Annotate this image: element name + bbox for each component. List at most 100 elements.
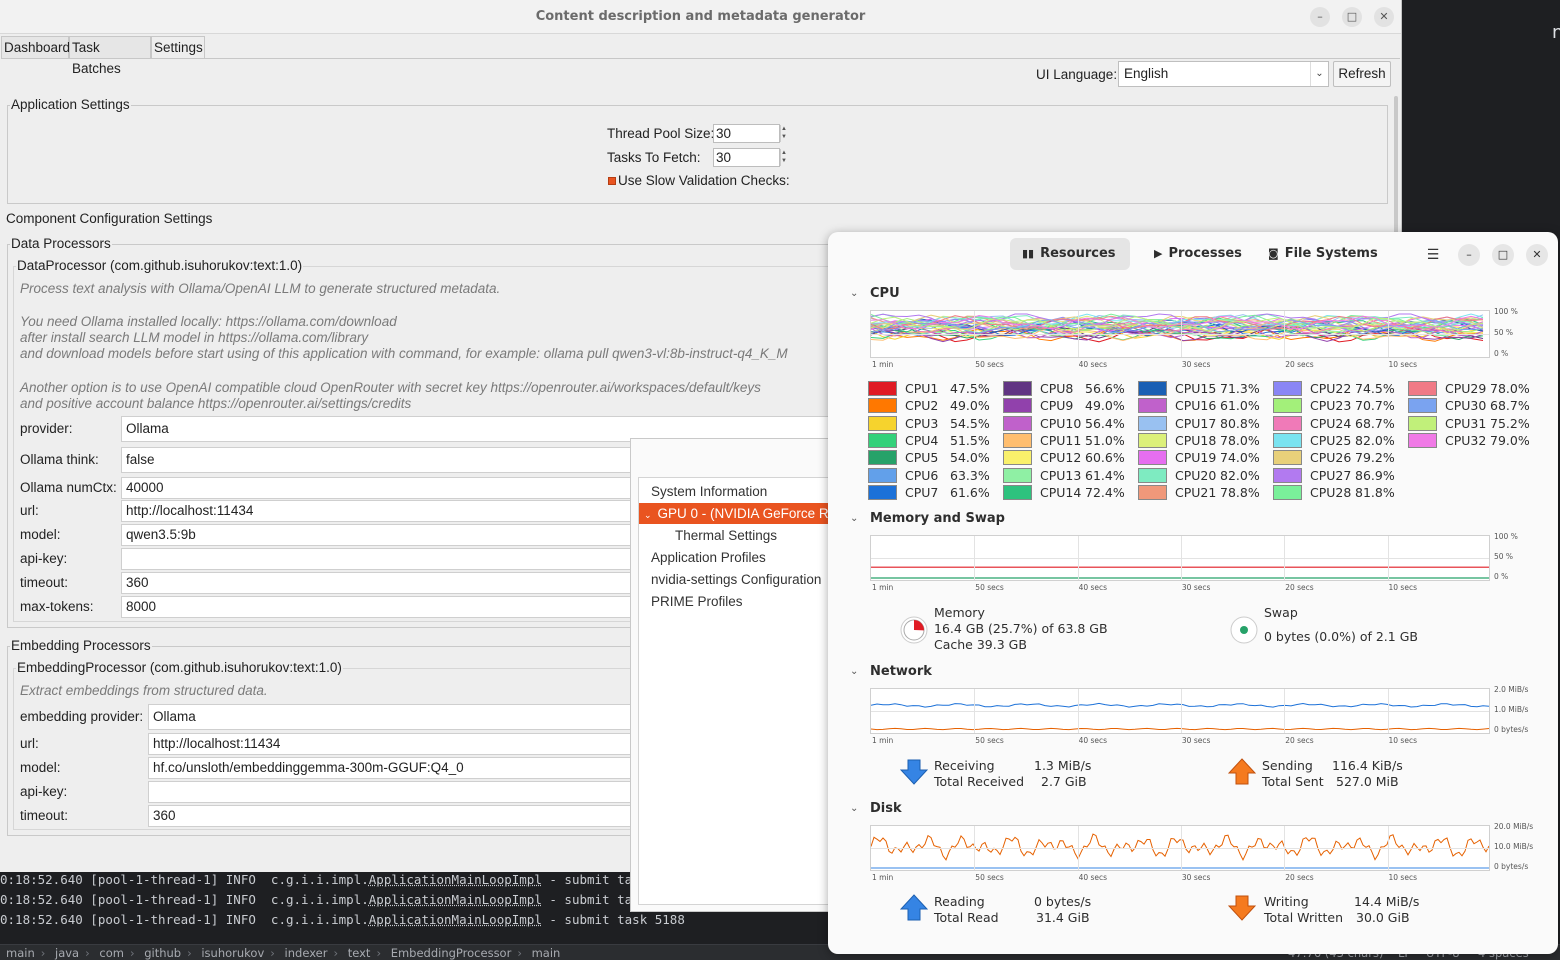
cpu-color-swatch[interactable] <box>1273 381 1302 396</box>
chevron-down-icon[interactable]: ⌄ <box>644 510 652 520</box>
breadcrumb-item[interactable]: EmbeddingProcessor <box>391 946 512 960</box>
cpu-color-swatch[interactable] <box>1273 450 1302 466</box>
cpu-legend-item[interactable]: CPU1 47.5% <box>868 380 1000 397</box>
thread-pool-spinner[interactable]: 30 ▲ ▼ <box>713 124 787 143</box>
cpu-color-swatch[interactable] <box>1138 381 1167 396</box>
cpu-legend-item[interactable]: CPU10 56.4% <box>1003 415 1135 432</box>
cpu-legend-item[interactable]: CPU16 61.0% <box>1138 397 1270 414</box>
cpu-section-title[interactable]: ⌄ CPU <box>850 286 900 301</box>
nv-item-system-information[interactable]: System Information <box>651 481 767 502</box>
cpu-legend-item[interactable]: CPU31 75.2% <box>1408 415 1540 432</box>
breadcrumb-item[interactable]: main <box>6 946 35 960</box>
cpu-legend-item[interactable]: CPU8 56.6% <box>1003 380 1135 397</box>
cpu-legend-item[interactable]: CPU32 79.0% <box>1408 432 1540 449</box>
ui-language-select[interactable]: English ⌄ <box>1118 61 1329 87</box>
cpu-color-swatch[interactable] <box>1408 398 1437 414</box>
cpu-legend-item[interactable]: CPU5 54.0% <box>868 449 1000 466</box>
cpu-color-swatch[interactable] <box>1408 432 1437 448</box>
nv-item-prime-profiles[interactable]: PRIME Profiles <box>651 591 743 612</box>
tab-processes[interactable]: ▶ Processes <box>1142 238 1254 270</box>
cpu-legend-item[interactable]: CPU3 54.5% <box>868 415 1000 432</box>
cpu-legend-item[interactable]: CPU17 80.8% <box>1138 415 1270 432</box>
chevron-down-icon[interactable]: ⌄ <box>850 513 858 524</box>
cpu-color-swatch[interactable] <box>1003 415 1032 431</box>
spinner-arrows-icon[interactable]: ▲ ▼ <box>780 149 787 166</box>
breadcrumb-item[interactable]: isuhorukov <box>201 946 264 960</box>
nv-item-thermal-settings[interactable]: Thermal Settings <box>675 525 777 546</box>
maximize-button[interactable]: □ <box>1492 244 1514 266</box>
breadcrumb-item[interactable]: com <box>99 946 124 960</box>
cpu-color-swatch[interactable] <box>1273 484 1302 500</box>
cpu-legend-item[interactable]: CPU18 78.0% <box>1138 432 1270 449</box>
cpu-color-swatch[interactable] <box>1138 432 1167 448</box>
cpu-legend-item[interactable]: CPU23 70.7% <box>1273 397 1405 414</box>
close-button[interactable]: ✕ <box>1374 7 1394 27</box>
nv-item-application-profiles[interactable]: Application Profiles <box>651 547 766 568</box>
cpu-color-swatch[interactable] <box>1003 467 1032 483</box>
refresh-button[interactable]: Refresh <box>1333 61 1391 87</box>
cpu-color-swatch[interactable] <box>1273 432 1302 448</box>
tab-task-batches[interactable]: Task Batches <box>69 36 151 76</box>
chevron-down-icon[interactable]: ⌄ <box>850 803 858 814</box>
cpu-color-swatch[interactable] <box>1003 381 1032 396</box>
spinner-arrows-icon[interactable]: ▲ ▼ <box>780 125 787 142</box>
cpu-color-swatch[interactable] <box>868 415 897 431</box>
close-button[interactable]: ✕ <box>1526 244 1548 266</box>
cpu-legend-item[interactable]: CPU13 61.4% <box>1003 467 1135 484</box>
cpu-legend-item[interactable]: CPU11 51.0% <box>1003 432 1135 449</box>
cpu-color-swatch[interactable] <box>1273 398 1302 414</box>
cpu-color-swatch[interactable] <box>868 381 897 396</box>
chevron-down-icon[interactable]: ⌄ <box>850 666 858 677</box>
cpu-legend-item[interactable]: CPU2 49.0% <box>868 397 1000 414</box>
cpu-color-swatch[interactable] <box>868 432 897 448</box>
cpu-color-swatch[interactable] <box>1003 432 1032 448</box>
tasks-fetch-spinner[interactable]: 30 ▲ ▼ <box>713 148 787 167</box>
breadcrumb-item[interactable]: indexer <box>285 946 328 960</box>
tab-file-systems[interactable]: ◙ File Systems <box>1256 238 1390 270</box>
cpu-legend-item[interactable]: CPU22 74.5% <box>1273 380 1405 397</box>
chevron-down-icon[interactable]: ⌄ <box>1310 62 1328 86</box>
cpu-color-swatch[interactable] <box>868 450 897 466</box>
cpu-legend-item[interactable]: CPU12 60.6% <box>1003 449 1135 466</box>
cpu-legend-item[interactable]: CPU20 82.0% <box>1138 467 1270 484</box>
cpu-legend-item[interactable]: CPU9 49.0% <box>1003 397 1135 414</box>
cpu-legend-item[interactable]: CPU28 81.8% <box>1273 484 1405 501</box>
menu-icon[interactable]: ☰ <box>1422 244 1444 266</box>
tab-settings[interactable]: Settings <box>151 36 205 58</box>
cpu-legend-item[interactable]: CPU6 63.3% <box>868 467 1000 484</box>
cpu-color-swatch[interactable] <box>1408 415 1437 431</box>
cpu-legend-item[interactable]: CPU4 51.5% <box>868 432 1000 449</box>
slow-validation-checkbox[interactable] <box>608 177 616 185</box>
cpu-color-swatch[interactable] <box>868 467 897 483</box>
cpu-legend-item[interactable]: CPU26 79.2% <box>1273 449 1405 466</box>
cpu-legend-item[interactable]: CPU25 82.0% <box>1273 432 1405 449</box>
app-titlebar[interactable]: Content description and metadata generat… <box>0 0 1401 34</box>
minimize-button[interactable]: – <box>1310 7 1330 27</box>
minimize-button[interactable]: – <box>1458 244 1480 266</box>
breadcrumb-item[interactable]: java <box>55 946 79 960</box>
tab-resources[interactable]: ▮▮ Resources <box>1010 238 1130 270</box>
disk-section-title[interactable]: ⌄ Disk <box>850 801 902 816</box>
cpu-color-swatch[interactable] <box>1003 484 1032 500</box>
cpu-color-swatch[interactable] <box>1138 398 1167 414</box>
cpu-color-swatch[interactable] <box>1138 415 1167 431</box>
cpu-legend-item[interactable]: CPU29 78.0% <box>1408 380 1540 397</box>
cpu-legend-item[interactable]: CPU7 61.6% <box>868 484 1000 501</box>
cpu-color-swatch[interactable] <box>1003 398 1032 414</box>
cpu-legend-item[interactable]: CPU14 72.4% <box>1003 484 1135 501</box>
breadcrumb-item[interactable]: main <box>532 946 561 960</box>
nv-item-gpu0[interactable]: ⌄ GPU 0 - (NVIDIA GeForce RTX <box>639 503 846 524</box>
cpu-legend-item[interactable]: CPU21 78.8% <box>1138 484 1270 501</box>
chevron-down-icon[interactable]: ⌄ <box>850 288 858 299</box>
breadcrumb-item[interactable]: github <box>144 946 181 960</box>
maximize-button[interactable]: □ <box>1342 7 1362 27</box>
sysmon-header[interactable]: ▮▮ Resources ▶ Processes ◙ File Systems ☰ –… <box>828 232 1558 278</box>
cpu-color-swatch[interactable] <box>868 484 897 500</box>
cpu-legend-item[interactable]: CPU15 71.3% <box>1138 380 1270 397</box>
cpu-legend-item[interactable]: CPU27 86.9% <box>1273 467 1405 484</box>
cpu-color-swatch[interactable] <box>868 398 897 414</box>
cpu-color-swatch[interactable] <box>1273 415 1302 431</box>
cpu-legend-item[interactable]: CPU30 68.7% <box>1408 397 1540 414</box>
tab-dashboard[interactable]: Dashboard <box>1 36 70 58</box>
network-section-title[interactable]: ⌄ Network <box>850 664 932 679</box>
